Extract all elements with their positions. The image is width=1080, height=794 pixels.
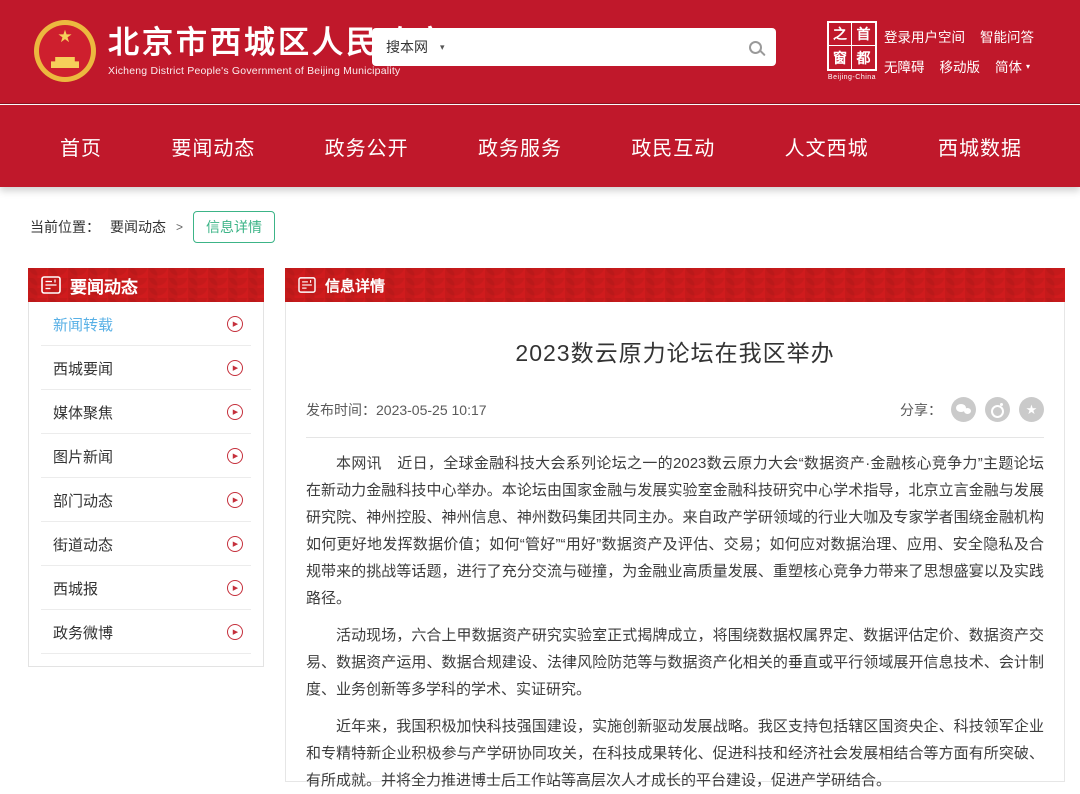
simplified-chinese-dropdown[interactable]: 简体 ▾ xyxy=(995,56,1030,76)
circle-arrow-icon xyxy=(227,360,243,376)
article-paragraph: 活动现场，六合上甲数据资产研究实验室正式揭牌成立，将围绕数据权属界定、数据评估定… xyxy=(306,622,1044,703)
search-scope-dropdown[interactable]: 搜本网 ▾ xyxy=(386,37,445,57)
sidebar-title: 要闻动态 xyxy=(70,273,138,298)
sidebar-item-gov-weibo[interactable]: 政务微博 xyxy=(29,610,263,654)
nav-item-home[interactable]: 首页 xyxy=(60,132,102,161)
sidebar-item-label: 媒体聚焦 xyxy=(53,402,113,423)
share-label: 分享： xyxy=(900,400,942,420)
sidebar-item-xicheng-paper[interactable]: 西城报 xyxy=(29,566,263,610)
site-subtitle: Xicheng District People's Government of … xyxy=(108,65,448,77)
share-favorite-star-icon[interactable]: ★ xyxy=(1019,397,1044,422)
sidebar-header: 要闻动态 xyxy=(28,268,264,302)
meta-divider xyxy=(306,437,1044,438)
search-input[interactable] xyxy=(445,28,749,66)
accessibility-link[interactable]: 无障碍 xyxy=(884,56,925,76)
article-section-title: 信息详情 xyxy=(325,275,385,296)
sidebar: 要闻动态 新闻转载 西城要闻 媒体聚焦 图片新闻 部门动态 街道动态 西城报 xyxy=(28,268,264,667)
nav-item-gov-services[interactable]: 政务服务 xyxy=(478,132,562,161)
nav-item-gov-affairs-open[interactable]: 政务公开 xyxy=(325,132,409,161)
caret-down-icon: ▾ xyxy=(1026,62,1030,71)
capital-window-grid-icon: 之 首 窗 都 xyxy=(827,21,877,71)
search-box: 搜本网 ▾ xyxy=(372,28,776,66)
header-links: 登录用户空间 智能问答 无障碍 移动版 简体 ▾ xyxy=(884,26,1034,76)
article-meta-row: 发布时间：2023-05-25 10:17 分享： ★ xyxy=(306,397,1044,422)
share-wechat-icon[interactable] xyxy=(951,397,976,422)
sidebar-item-label: 部门动态 xyxy=(53,490,113,511)
circle-arrow-icon xyxy=(227,580,243,596)
cw-char: 之 xyxy=(829,23,852,46)
circle-arrow-icon xyxy=(227,492,243,508)
nav-item-news[interactable]: 要闻动态 xyxy=(171,132,255,161)
article-panel: 2023数云原力论坛在我区举办 发布时间：2023-05-25 10:17 分享… xyxy=(285,302,1065,782)
breadcrumb-current-tag[interactable]: 信息详情 xyxy=(193,211,275,243)
cw-char: 窗 xyxy=(829,46,852,69)
nav-item-public-interaction[interactable]: 政民互动 xyxy=(631,132,715,161)
capital-window-caption: Beijing-China xyxy=(827,74,877,81)
publish-time-label: 发布时间： xyxy=(306,402,376,418)
publish-time: 发布时间：2023-05-25 10:17 xyxy=(306,400,487,420)
search-scope-label: 搜本网 xyxy=(386,37,428,57)
breadcrumb: 当前位置： 要闻动态 > 信息详情 xyxy=(30,211,275,243)
search-icon[interactable] xyxy=(749,41,762,54)
share-weibo-icon[interactable] xyxy=(985,397,1010,422)
breadcrumb-prefix: 当前位置： xyxy=(30,217,100,237)
smart-qa-link[interactable]: 智能问答 xyxy=(980,26,1034,46)
circle-arrow-icon xyxy=(227,316,243,332)
sidebar-item-photo-news[interactable]: 图片新闻 xyxy=(29,434,263,478)
share-group: 分享： ★ xyxy=(900,397,1044,422)
sidebar-item-label: 西城报 xyxy=(53,578,98,599)
circle-arrow-icon xyxy=(227,448,243,464)
site-header: ★ 北京市西城区人民政府 Xicheng District People's G… xyxy=(0,0,1080,104)
sidebar-item-label: 街道动态 xyxy=(53,534,113,555)
breadcrumb-separator: > xyxy=(176,220,183,234)
sidebar-list: 新闻转载 西城要闻 媒体聚焦 图片新闻 部门动态 街道动态 西城报 政务微博 xyxy=(28,302,264,667)
sidebar-item-news-repost[interactable]: 新闻转载 xyxy=(29,302,263,346)
sidebar-item-department-news[interactable]: 部门动态 xyxy=(29,478,263,522)
emblem-gate-icon xyxy=(51,57,79,68)
article-section-header: 信息详情 xyxy=(285,268,1065,302)
sidebar-item-label: 政务微博 xyxy=(53,622,113,643)
mobile-version-link[interactable]: 移动版 xyxy=(940,56,981,76)
sidebar-item-xicheng-news[interactable]: 西城要闻 xyxy=(29,346,263,390)
circle-arrow-icon xyxy=(227,536,243,552)
document-list-icon xyxy=(298,277,316,293)
login-user-space-link[interactable]: 登录用户空间 xyxy=(884,26,965,46)
breadcrumb-section-link[interactable]: 要闻动态 xyxy=(110,217,166,237)
capital-window-logo[interactable]: 之 首 窗 都 Beijing-China xyxy=(827,21,877,81)
sidebar-item-label: 西城要闻 xyxy=(53,358,113,379)
nav-item-xicheng-data[interactable]: 西城数据 xyxy=(938,132,1022,161)
sidebar-item-media-focus[interactable]: 媒体聚焦 xyxy=(29,390,263,434)
national-emblem-icon: ★ xyxy=(34,20,96,82)
simplified-chinese-label: 简体 xyxy=(995,56,1022,76)
circle-arrow-icon xyxy=(227,624,243,640)
nav-item-humanistic-xicheng[interactable]: 人文西城 xyxy=(785,132,869,161)
emblem-star-icon: ★ xyxy=(57,27,72,47)
sidebar-item-label: 图片新闻 xyxy=(53,446,113,467)
document-list-icon xyxy=(41,276,61,294)
main-nav: 首页 要闻动态 政务公开 政务服务 政民互动 人文西城 西城数据 xyxy=(0,105,1080,187)
article-title: 2023数云原力论坛在我区举办 xyxy=(306,334,1044,368)
article-paragraph: 本网讯 近日，全球金融科技大会系列论坛之一的2023数云原力大会“数据资产·金融… xyxy=(306,450,1044,612)
sidebar-item-street-news[interactable]: 街道动态 xyxy=(29,522,263,566)
circle-arrow-icon xyxy=(227,404,243,420)
star-icon: ★ xyxy=(1026,402,1038,418)
sidebar-item-label: 新闻转载 xyxy=(53,314,113,335)
cw-char: 首 xyxy=(852,23,875,46)
publish-time-value: 2023-05-25 10:17 xyxy=(376,402,487,418)
article-body: 本网讯 近日，全球金融科技大会系列论坛之一的2023数云原力大会“数据资产·金融… xyxy=(306,450,1044,794)
cw-char: 都 xyxy=(852,46,875,69)
